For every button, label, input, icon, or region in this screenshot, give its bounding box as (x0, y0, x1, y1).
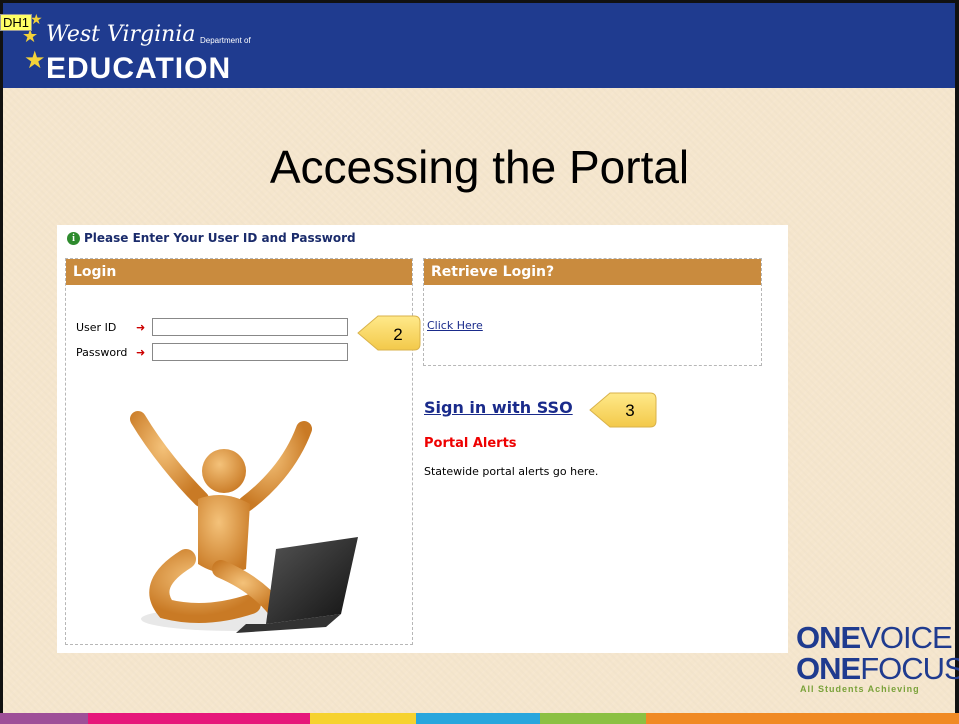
star-icon: ★ (24, 46, 46, 74)
stripe-yellow (310, 713, 416, 724)
login-instruction: i Please Enter Your User ID and Password (67, 231, 356, 245)
wv-education-logo: ★ ★ ★ West Virginia Department of EDUCAT… (10, 10, 260, 84)
stripe-purple (0, 713, 88, 724)
stripe-green (540, 713, 646, 724)
slide-tag: DH1 (0, 14, 33, 31)
portal-alerts-text: Statewide portal alerts go here. (424, 465, 599, 478)
user-id-label: User ID (76, 320, 117, 334)
logo-line1-light: VOICE (860, 620, 952, 655)
callout-step-2: 2 (357, 315, 421, 351)
slide-border-left (0, 0, 3, 724)
info-icon: i (67, 231, 80, 245)
logo-line1-bold: ONE (796, 620, 861, 655)
portal-alerts-heading: Portal Alerts (424, 436, 517, 451)
logo-line-2: ONEFOCUS (796, 651, 959, 686)
retrieve-header: Retrieve Login? (424, 259, 761, 285)
user-id-input[interactable] (152, 318, 348, 336)
retrieve-login-box: Retrieve Login? (423, 258, 762, 366)
portal-screenshot: i Please Enter Your User ID and Password… (57, 225, 788, 653)
logo-line2-light: FOCUS (860, 651, 959, 686)
callout-step-2-number: 2 (393, 325, 402, 344)
callout-step-3-number: 3 (625, 401, 634, 420)
slide-border-right (955, 0, 959, 724)
stripe-orange (646, 713, 959, 724)
celebrating-figure-illustration (130, 411, 358, 633)
password-label: Password (76, 345, 128, 359)
slide-title: Accessing the Portal (269, 141, 690, 193)
sso-signin-link[interactable]: Sign in with SSO (424, 398, 573, 417)
instruction-text: Please Enter Your User ID and Password (84, 231, 356, 245)
callout-step-3: 3 (589, 392, 657, 428)
one-voice-one-focus-logo: ONEVOICE ONEFOCUS All Students Achieving (796, 622, 959, 710)
required-arrow-icon: ➜ (136, 320, 146, 334)
login-header: Login (66, 259, 412, 285)
logo-department-text: Department of (200, 36, 251, 45)
stripe-blue (416, 713, 540, 724)
password-input[interactable] (152, 343, 348, 361)
logo-main-text: EDUCATION (46, 52, 232, 85)
color-stripe-footer (0, 713, 959, 724)
logo-line2-bold: ONE (796, 651, 861, 686)
logo-script-text: West Virginia (46, 22, 196, 47)
slide-background: ★ ★ ★ West Virginia Department of EDUCAT… (0, 0, 959, 724)
required-arrow-icon: ➜ (136, 345, 146, 359)
logo-line-1: ONEVOICE (796, 622, 956, 653)
user-id-row: User ID ➜ (76, 318, 348, 336)
slide-border-top (0, 0, 959, 3)
password-row: Password ➜ (76, 343, 348, 361)
stripe-pink (88, 713, 310, 724)
retrieve-login-link[interactable]: Click Here (427, 319, 483, 332)
